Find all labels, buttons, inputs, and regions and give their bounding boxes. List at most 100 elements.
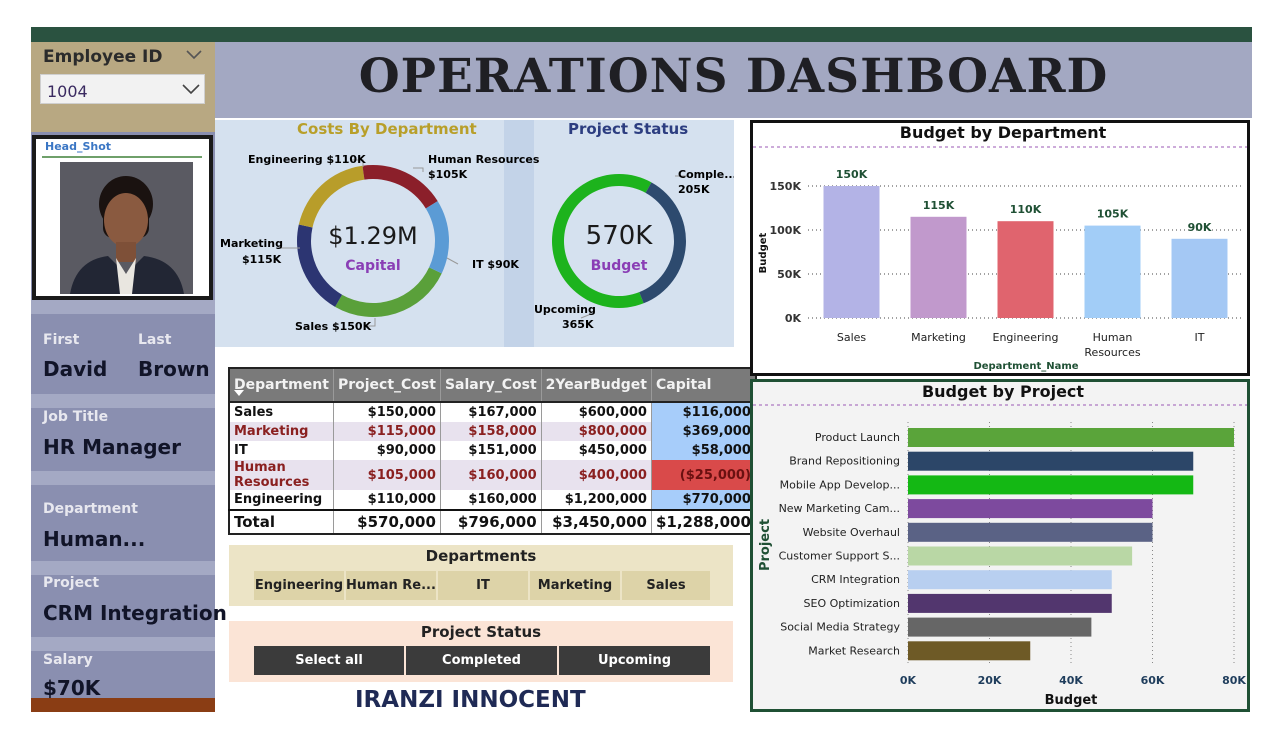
capital-cell: $116,000 [651,402,757,422]
bar[interactable] [908,499,1153,519]
x-tick-label: Sales [837,331,867,344]
bar[interactable] [908,451,1194,471]
capital-cell: $58,000 [651,441,757,460]
leader-line [413,167,424,172]
table-cell: Human Resources [229,460,334,490]
head-shot-divider [42,156,202,158]
table-row[interactable]: Engineering $110,000 $160,000 $1,200,000… [229,490,757,510]
bar-data-label: 115K [923,199,955,212]
top-accent-bar [31,27,1252,42]
employee-id-label: Employee ID [43,47,163,67]
info-band [31,471,215,485]
first-name-value: David [43,357,108,381]
marketing-data-label-line2: $115K [242,253,282,266]
dropdown-chevron-icon[interactable] [182,84,200,95]
donut-slice[interactable] [335,267,442,317]
y-tick-label: Mobile App Develop... [780,478,900,491]
page-title: OPERATIONS DASHBOARD [358,49,1109,104]
table-cell: $450,000 [541,441,652,460]
total-cell: $796,000 [440,509,542,534]
engineering-data-label: Engineering $110K [248,153,366,166]
donut-slice[interactable] [298,165,365,228]
donut-slice[interactable] [362,165,438,209]
job-title-value: HR Manager [43,435,181,459]
slicer-item-select-all[interactable]: Select all [254,646,404,675]
y-tick-label: SEO Optimization [804,597,900,610]
bar[interactable] [1084,225,1141,318]
sort-arrow-icon[interactable] [234,390,244,396]
capital-cell: $369,000 [651,422,757,441]
bar[interactable] [908,617,1092,637]
bar[interactable] [908,546,1133,566]
column-header[interactable]: Salary_Cost [440,368,542,402]
bar[interactable] [910,216,967,318]
donut2-center-value: 570K [586,221,654,251]
table-cell: $90,000 [333,441,441,460]
slicer-item-sales[interactable]: Sales [622,571,710,600]
info-band [31,561,215,575]
x-tick-label: Resources [1084,346,1140,359]
table-row[interactable]: Marketing $115,000 $158,000 $800,000 $36… [229,422,757,441]
table-cell: $1,200,000 [541,490,652,510]
bar[interactable] [908,475,1194,495]
column-header[interactable]: 2YearBudget [541,368,652,402]
column-header[interactable]: Department [229,368,334,402]
total-cell: $3,450,000 [541,509,652,534]
x-tick-label: 20K [978,674,1002,687]
bar[interactable] [823,186,880,318]
hr-data-label-line1: Human Resources [428,153,540,166]
department-label: Department [43,501,138,517]
y-tick-label: 100K [770,224,802,237]
table-cell: $150,000 [333,402,441,422]
bar[interactable] [908,593,1112,613]
bar[interactable] [997,221,1054,318]
table-cell: $115,000 [333,422,441,441]
completed-data-label-line1: Comple... [678,168,734,181]
slicer-item-upcoming[interactable]: Upcoming [559,646,710,675]
total-cell: Total [229,509,334,534]
last-name-value: Brown [138,357,210,381]
table-total-row: Total $570,000 $796,000 $3,450,000 $1,28… [229,509,757,534]
bar[interactable] [908,641,1031,661]
y-axis-label: Project [758,519,773,571]
bar[interactable] [908,570,1112,590]
first-name-label: First [43,332,80,348]
capital-cell: $770,000 [651,490,757,510]
chevron-down-icon[interactable] [186,50,202,60]
project-status-slicer: Project Status Select all Completed Upco… [229,621,733,682]
x-tick-label: 0K [900,674,917,687]
slicer-item-completed[interactable]: Completed [406,646,557,675]
slicer-item-marketing[interactable]: Marketing [530,571,620,600]
column-header[interactable]: Project_Cost [333,368,441,402]
department-value: Human... [43,527,146,551]
sales-data-label: Sales $150K [295,320,372,333]
slicer-item-it[interactable]: IT [438,571,528,600]
department-cost-table: Department Project_Cost Salary_Cost 2Yea… [228,367,757,535]
bar[interactable] [1171,238,1228,318]
table-cell: $160,000 [440,460,542,490]
table-cell: $158,000 [440,422,542,441]
salary-value: $70K [43,676,101,700]
project-status-slicer-title: Project Status [420,623,542,641]
table-row[interactable]: Sales $150,000 $167,000 $600,000 $116,00… [229,402,757,422]
project-label: Project [43,575,100,591]
slicer-item-human-resources[interactable]: Human Re... [346,571,436,600]
x-tick-label: 40K [1059,674,1083,687]
table-cell: $105,000 [333,460,441,490]
donut1-center-value: $1.29M [328,222,417,250]
y-tick-label: 150K [770,180,802,193]
table-row[interactable]: IT $90,000 $151,000 $450,000 $58,000 [229,441,757,460]
donut-slice[interactable] [425,201,449,274]
info-band [31,300,215,314]
bar-data-label: 110K [1010,203,1042,216]
bar[interactable] [908,428,1234,447]
head-shot-title: Head_Shot [45,140,112,153]
table-row[interactable]: Human Resources $105,000 $160,000 $400,0… [229,460,757,490]
budget-by-department-chart: Budget by Department 0K 50K 100K 150K 150K S… [753,123,1247,372]
capital-cell: ($25,000) [651,460,757,490]
slicer-item-engineering[interactable]: Engineering [254,571,344,600]
bar[interactable] [908,522,1153,542]
table-cell: IT [229,441,334,460]
marketing-data-label-line1: Marketing [220,237,283,250]
column-header[interactable]: Capital [651,368,757,402]
